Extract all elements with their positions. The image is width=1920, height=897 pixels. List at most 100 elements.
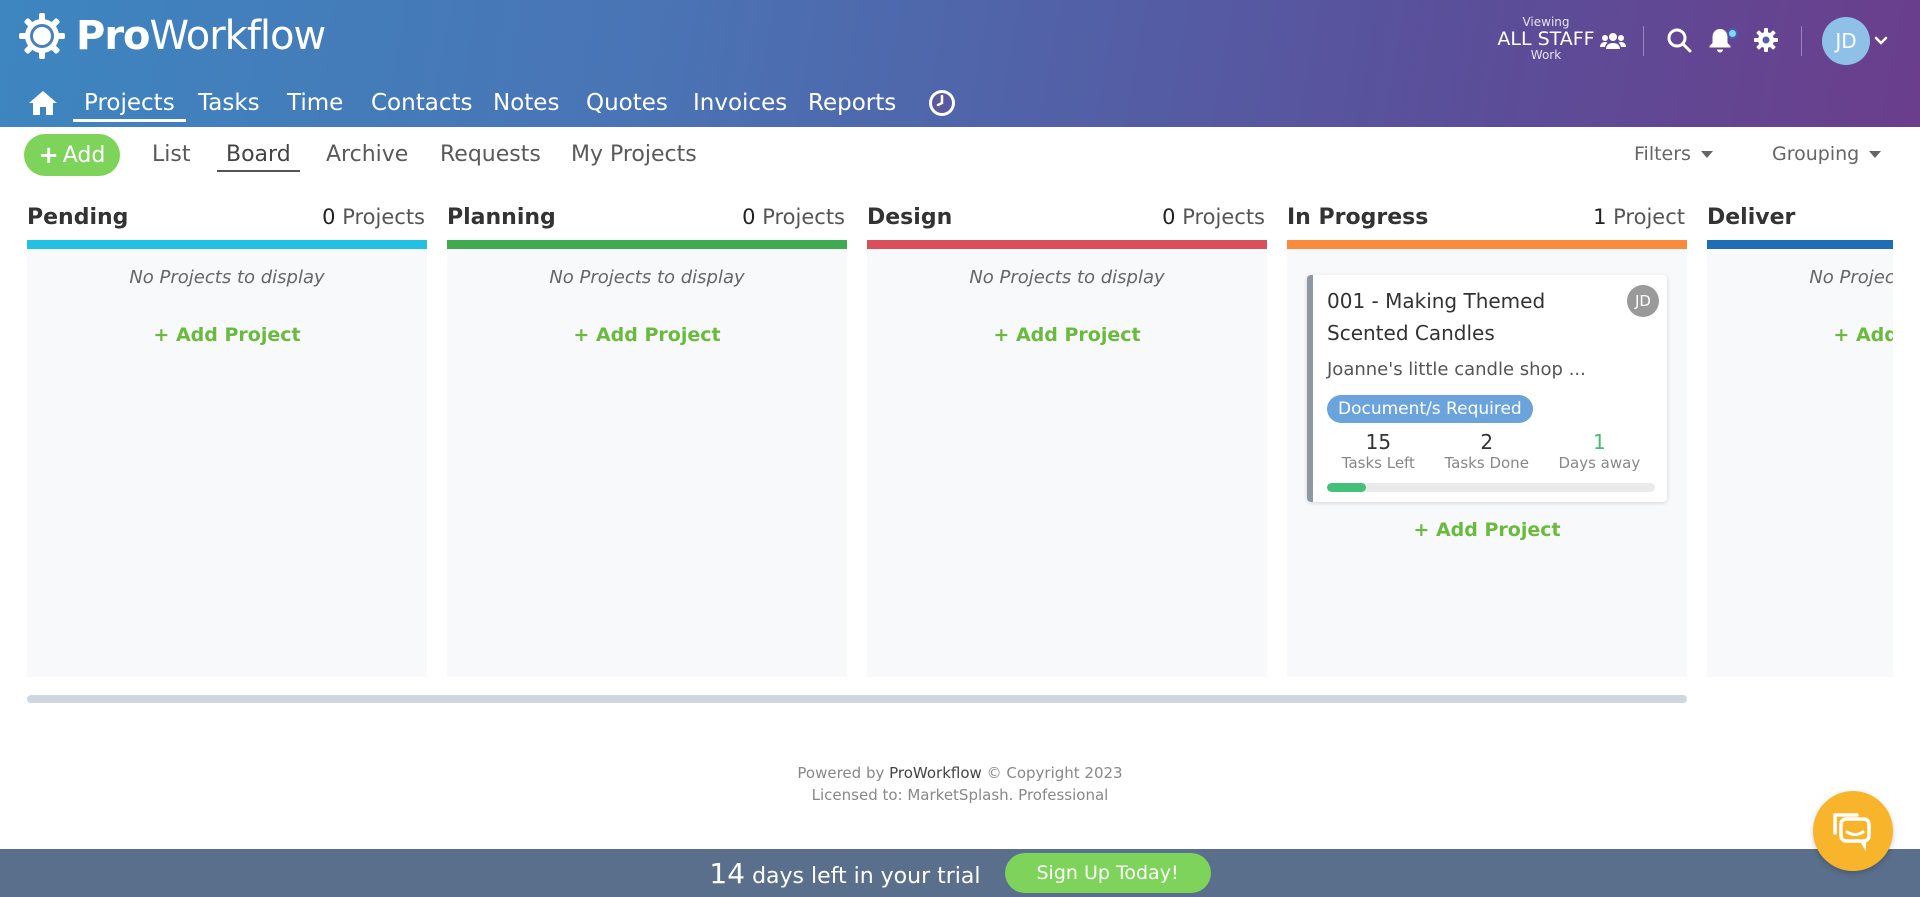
column-header: Planning 0 Projects	[447, 205, 847, 239]
tab-board[interactable]: Board	[217, 140, 300, 172]
column-count: 0 Projects	[742, 205, 845, 229]
grouping-label: Grouping	[1772, 143, 1860, 165]
logo[interactable]: ProWorkflow	[18, 12, 326, 60]
filters-label: Filters	[1634, 143, 1691, 165]
notification-dot	[1727, 28, 1738, 39]
nav-time[interactable]: Time	[287, 88, 343, 122]
column-color-bar	[1707, 240, 1893, 249]
board-column-planning: Planning 0 Projects No Projects to displ…	[447, 205, 847, 677]
column-color-bar	[867, 240, 1267, 249]
add-button[interactable]: + Add	[24, 134, 120, 176]
column-body: No Projects to display + Add Project	[27, 249, 427, 677]
board-column-deliver: Deliver No Projects to display + Add Pro…	[1707, 205, 1893, 677]
trial-message: days left in your trial	[752, 863, 981, 889]
powered-by: Powered by ProWorkflow © Copyright 2023	[797, 764, 1123, 782]
add-project-link[interactable]: + Add Project	[867, 324, 1267, 346]
column-title: In Progress	[1287, 205, 1429, 230]
nav-projects[interactable]: Projects	[73, 88, 186, 122]
add-project-link[interactable]: + Add Project	[1707, 324, 1893, 346]
nav-notes[interactable]: Notes	[493, 88, 559, 122]
header-divider	[1801, 26, 1802, 56]
column-body: No Projects to display + Add Project	[867, 249, 1267, 677]
nav-invoices[interactable]: Invoices	[693, 88, 787, 122]
footer-brand-link[interactable]: ProWorkflow	[889, 764, 982, 782]
progress-fill	[1327, 483, 1367, 492]
caret-down-icon	[1700, 150, 1713, 158]
trial-days: 14	[709, 856, 746, 890]
chat-bubbles-icon	[1833, 813, 1871, 851]
tab-list[interactable]: List	[152, 140, 190, 170]
logo-gear-icon	[19, 13, 65, 59]
progress-bar	[1327, 483, 1655, 492]
project-stats: 15 Tasks Left 2 Tasks Done 1 Days away	[1327, 430, 1655, 472]
project-title[interactable]: 001 - Making Themed Scented Candles	[1327, 285, 1627, 349]
app-header: ProWorkflow Viewing ALL STAFF Work JD Pr…	[0, 0, 1920, 127]
project-card[interactable]: 001 - Making Themed Scented Candles JD J…	[1307, 275, 1667, 502]
settings-gear-icon[interactable]	[1753, 27, 1779, 53]
board-column-pending: Pending 0 Projects No Projects to displa…	[27, 205, 427, 677]
board-column-in-progress: In Progress 1 Project 001 - Making Theme…	[1287, 205, 1687, 677]
column-count: 0 Projects	[1162, 205, 1265, 229]
column-title: Deliver	[1707, 205, 1796, 230]
board-column-design: Design 0 Projects No Projects to display…	[867, 205, 1267, 677]
column-header: Pending 0 Projects	[27, 205, 427, 239]
column-body: 001 - Making Themed Scented Candles JD J…	[1287, 249, 1687, 677]
user-avatar[interactable]: JD	[1822, 17, 1870, 65]
header-divider	[1643, 26, 1644, 56]
tab-archive[interactable]: Archive	[326, 140, 408, 170]
chevron-down-icon[interactable]	[1874, 34, 1888, 48]
nav-reports[interactable]: Reports	[808, 88, 896, 122]
status-badge: Document/s Required	[1327, 395, 1533, 423]
search-icon[interactable]	[1666, 27, 1692, 53]
column-title: Design	[867, 205, 953, 230]
column-count: 1 Project	[1593, 205, 1685, 229]
footer: Powered by ProWorkflow © Copyright 2023 …	[0, 762, 1920, 806]
clock-icon[interactable]	[927, 88, 957, 118]
column-color-bar	[447, 240, 847, 249]
plus-icon: +	[38, 141, 59, 169]
nav-contacts[interactable]: Contacts	[371, 88, 472, 122]
trial-text: 14 days left in your trial	[709, 857, 980, 890]
column-body: No Projects to display + Add Project	[1707, 249, 1893, 677]
tab-requests[interactable]: Requests	[440, 140, 541, 170]
add-button-label: Add	[62, 142, 106, 168]
empty-message: No Projects to display	[129, 267, 325, 288]
viewing-selector[interactable]: Viewing ALL STAFF Work	[1496, 16, 1596, 62]
nav-tasks[interactable]: Tasks	[198, 88, 260, 122]
column-count: 0 Projects	[322, 205, 425, 229]
viewing-label: Viewing	[1522, 15, 1570, 29]
viewing-sub: Work	[1530, 48, 1562, 62]
stat-tasks-done: 2 Tasks Done	[1444, 430, 1529, 472]
column-color-bar	[1287, 240, 1687, 249]
filters-dropdown[interactable]: Filters	[1634, 143, 1713, 165]
tab-my-projects[interactable]: My Projects	[571, 140, 697, 170]
staff-group-icon[interactable]	[1600, 30, 1626, 52]
column-header: Deliver	[1707, 205, 1893, 239]
add-project-link[interactable]: + Add Project	[27, 324, 427, 346]
stat-days-away: 1 Days away	[1558, 430, 1641, 472]
license-text: Licensed to: MarketSplash. Professional	[811, 786, 1109, 804]
column-header: In Progress 1 Project	[1287, 205, 1687, 239]
grouping-dropdown[interactable]: Grouping	[1772, 143, 1882, 165]
home-icon[interactable]	[28, 90, 58, 116]
trial-banner: 14 days left in your trial Sign Up Today…	[0, 849, 1920, 897]
add-project-link[interactable]: + Add Project	[1287, 519, 1687, 541]
empty-message: No Projects to display	[549, 267, 745, 288]
client-name: Joanne's little candle shop ...	[1327, 359, 1586, 380]
add-project-link[interactable]: + Add Project	[447, 324, 847, 346]
empty-message: No Projects to display	[1809, 267, 1893, 288]
column-title: Planning	[447, 205, 556, 230]
empty-message: No Projects to display	[969, 267, 1165, 288]
caret-down-icon	[1869, 150, 1882, 158]
sign-up-button[interactable]: Sign Up Today!	[1004, 853, 1211, 893]
logo-text: ProWorkflow	[76, 13, 326, 59]
assignee-avatar: JD	[1627, 285, 1659, 317]
column-color-bar	[27, 240, 427, 249]
stat-tasks-left: 15 Tasks Left	[1341, 430, 1415, 472]
horizontal-scrollbar[interactable]	[27, 695, 1687, 703]
viewing-value: ALL STAFF	[1497, 28, 1595, 50]
column-body: No Projects to display + Add Project	[447, 249, 847, 677]
chat-support-button[interactable]	[1813, 791, 1893, 871]
nav-quotes[interactable]: Quotes	[586, 88, 668, 122]
column-header: Design 0 Projects	[867, 205, 1267, 239]
